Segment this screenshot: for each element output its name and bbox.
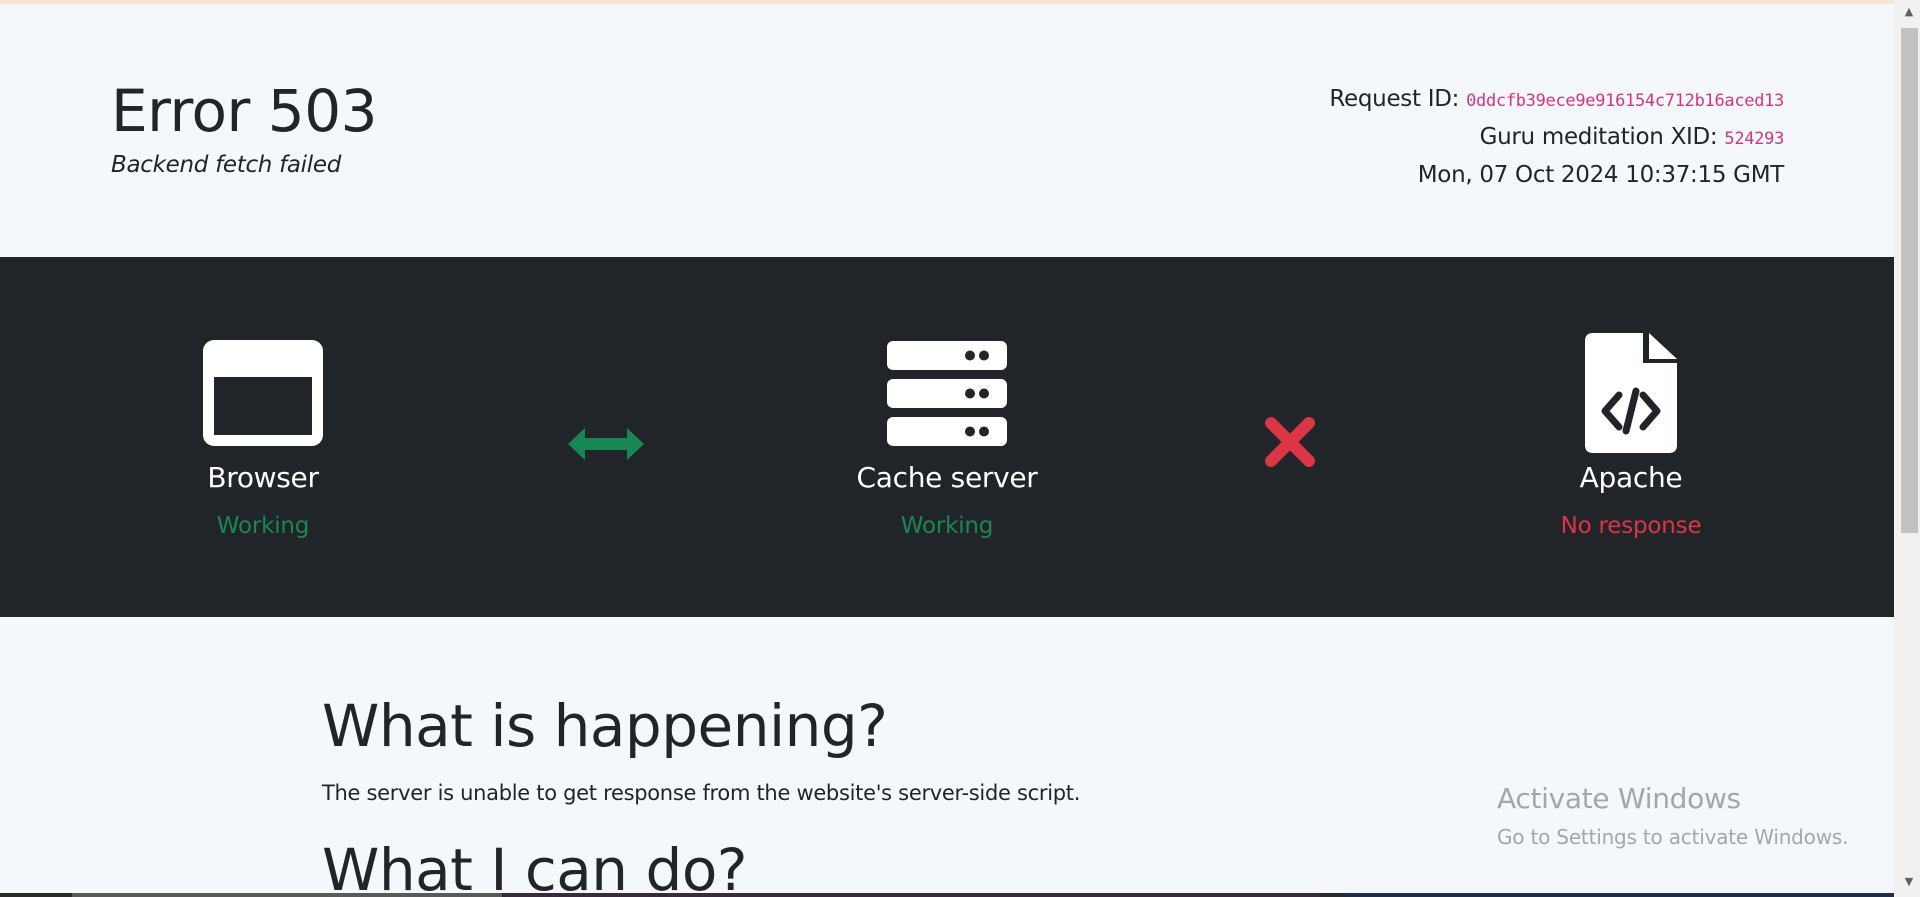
request-meta: Request ID: 0ddcfb39ece9e916154c712b16ac… bbox=[1329, 81, 1784, 193]
taskbar-strip bbox=[0, 893, 1894, 897]
x-mark-icon bbox=[1265, 417, 1315, 467]
scroll-down-arrow-icon[interactable]: ▼ bbox=[1900, 874, 1918, 890]
node-browser-status: Working bbox=[216, 513, 310, 539]
request-id-label: Request ID: bbox=[1329, 86, 1460, 112]
taskbar-segment bbox=[505, 893, 1320, 897]
what-text: The server is unable to get response fro… bbox=[322, 781, 1081, 805]
request-id-row: Request ID: 0ddcfb39ece9e916154c712b16ac… bbox=[1329, 81, 1784, 119]
node-browser: Browser Working bbox=[113, 257, 413, 617]
node-apache-status: No response bbox=[1560, 513, 1702, 539]
status-diagram: Browser Working Cache server Working Apa… bbox=[0, 257, 1894, 617]
xid-row: Guru meditation XID: 524293 bbox=[1329, 119, 1785, 157]
node-cache-server-name: Cache server bbox=[856, 461, 1038, 494]
scrollbar-thumb[interactable] bbox=[1901, 28, 1918, 533]
server-icon bbox=[887, 341, 1007, 446]
xid-label: Guru meditation XID: bbox=[1479, 124, 1718, 150]
watermark-title: Activate Windows bbox=[1497, 782, 1741, 815]
node-cache-server-status: Working bbox=[900, 513, 994, 539]
error-subtitle: Backend fetch failed bbox=[111, 152, 341, 178]
taskbar-segment bbox=[72, 893, 502, 897]
scroll-up-arrow-icon[interactable]: ▲ bbox=[1900, 4, 1918, 20]
error-page: Error 503 Backend fetch failed Request I… bbox=[0, 4, 1894, 893]
node-apache: Apache No response bbox=[1481, 257, 1781, 617]
can-heading: What I can do? bbox=[322, 836, 748, 893]
double-arrow-icon bbox=[568, 428, 644, 460]
xid-value: 524293 bbox=[1724, 129, 1784, 149]
what-heading: What is happening? bbox=[322, 692, 888, 760]
request-id-value: 0ddcfb39ece9e916154c712b16aced13 bbox=[1466, 91, 1784, 111]
node-cache-server: Cache server Working bbox=[797, 257, 1097, 617]
browser-window-icon bbox=[203, 340, 323, 446]
taskbar-segment bbox=[1346, 893, 1894, 897]
error-title: Error 503 bbox=[111, 77, 378, 145]
node-apache-name: Apache bbox=[1579, 461, 1683, 494]
code-file-icon bbox=[1585, 333, 1677, 453]
activate-windows-watermark: Activate Windows Go to Settings to activ… bbox=[1497, 782, 1848, 849]
timestamp: Mon, 07 Oct 2024 10:37:15 GMT bbox=[1417, 162, 1785, 188]
node-browser-name: Browser bbox=[207, 461, 319, 494]
watermark-subtitle: Go to Settings to activate Windows. bbox=[1497, 825, 1849, 849]
